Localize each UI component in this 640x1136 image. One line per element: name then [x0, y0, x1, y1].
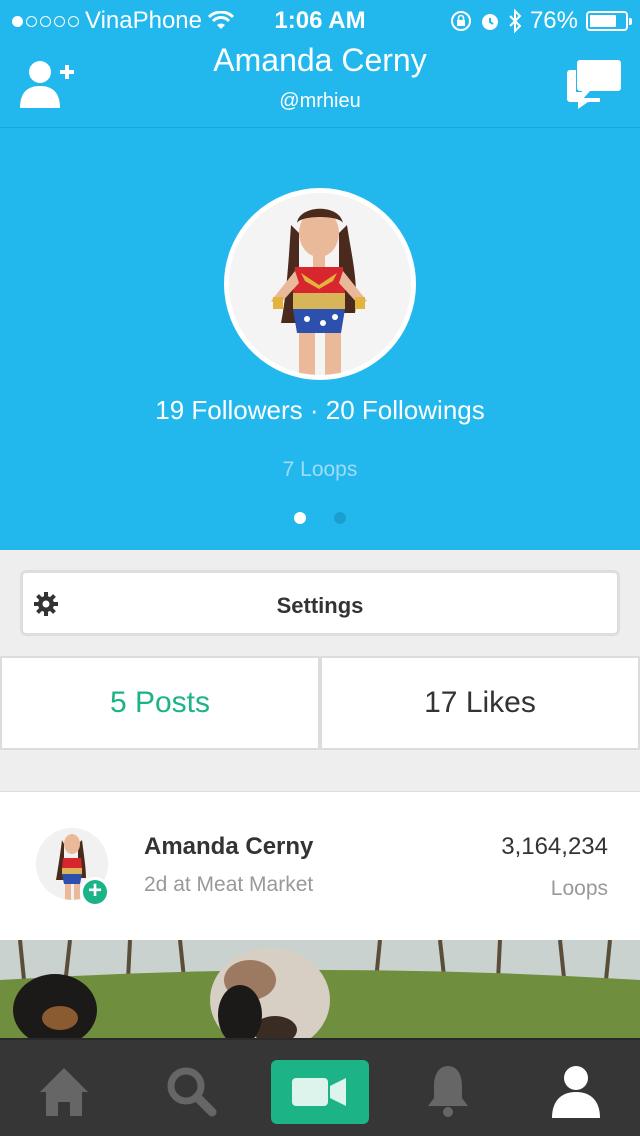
status-indicators: 76%: [450, 7, 632, 35]
post-video-thumbnail[interactable]: [0, 940, 640, 1040]
avatar[interactable]: [224, 188, 416, 380]
bottom-tab-bar: [0, 1038, 640, 1136]
bell-icon[interactable]: [418, 1060, 478, 1120]
tab-posts[interactable]: 5 Posts: [0, 658, 320, 748]
status-bar: VinaPhone 1:06 AM 76%: [0, 0, 640, 40]
home-icon[interactable]: [34, 1060, 94, 1120]
post-loop-label: Loops: [550, 877, 608, 900]
profile-icon[interactable]: [546, 1060, 606, 1120]
profile-header: 19 Followers · 20 Followings 7 Loops: [0, 128, 640, 550]
tab-likes[interactable]: 17 Likes: [320, 658, 640, 748]
page-dot-2[interactable]: [334, 512, 346, 524]
post-loop-count: 3,164,234: [501, 833, 608, 860]
loops-count: 7 Loops: [282, 458, 358, 481]
page-dot-1[interactable]: [294, 512, 306, 524]
camera-button[interactable]: [271, 1060, 369, 1124]
profile-username: @mrhieu: [279, 90, 361, 112]
profile-tabs: 5 Posts 17 Likes: [0, 656, 640, 750]
post-author-name[interactable]: Amanda Cerny: [144, 833, 313, 861]
search-icon[interactable]: [160, 1060, 220, 1120]
follow-stats[interactable]: 19 Followers · 20 Followings: [0, 395, 640, 426]
camera-icon: [292, 1078, 346, 1106]
post-item[interactable]: + Amanda Cerny 2d at Meat Market 3,164,2…: [0, 791, 640, 941]
bluetooth-icon: [509, 9, 522, 33]
settings-button[interactable]: Settings: [20, 570, 620, 636]
battery-percent: 76%: [529, 7, 578, 34]
navigation-bar: Amanda Cerny @mrhieu: [0, 40, 640, 128]
post-meta: 2d at Meat Market: [144, 873, 314, 896]
alarm-icon: [481, 14, 498, 30]
profile-name-title: Amanda Cerny: [213, 42, 427, 78]
page-indicator[interactable]: [0, 512, 640, 524]
battery-icon: [586, 11, 632, 31]
rotation-lock-icon: [450, 11, 471, 31]
chat-icon[interactable]: [566, 56, 622, 110]
settings-label: Settings: [276, 593, 364, 618]
follow-plus-icon[interactable]: +: [80, 877, 110, 907]
